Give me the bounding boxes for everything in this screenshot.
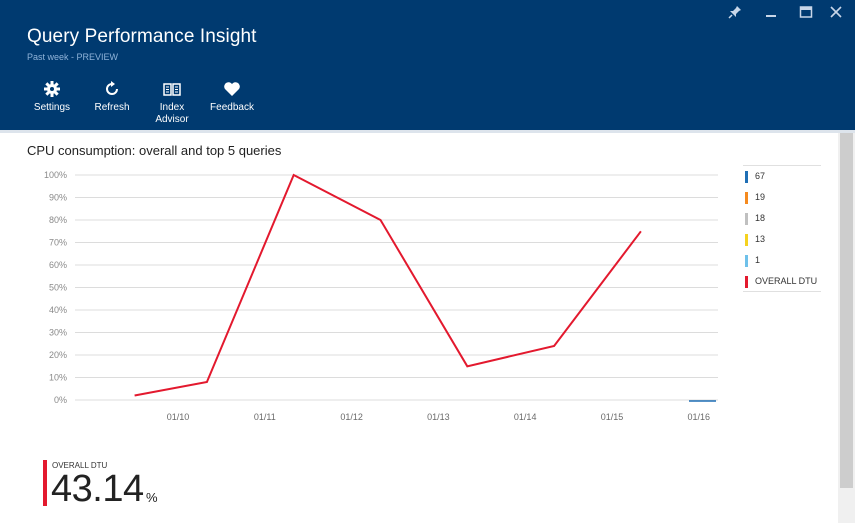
legend-bottom-divider <box>743 291 821 292</box>
y-tick-label: 80% <box>49 215 67 225</box>
page-subtitle: Past week - PREVIEW <box>27 52 119 62</box>
cpu-chart[interactable]: 100%90%80%70%60%50%40%30%20%10%0% 01/10 0… <box>0 160 740 440</box>
x-tick-label: 01/13 <box>427 412 450 422</box>
y-tick-label: 10% <box>49 373 67 383</box>
legend-label: 1 <box>755 255 761 265</box>
legend-item[interactable]: OVERALL DTU <box>745 273 820 293</box>
refresh-label: Refresh <box>94 102 130 113</box>
series-line-overall-dtu <box>134 173 642 397</box>
legend-label: 19 <box>755 192 766 202</box>
chart-grid <box>75 174 718 401</box>
heart-icon <box>202 80 262 98</box>
x-tick-label: 01/15 <box>601 412 624 422</box>
vertical-scrollbar[interactable] <box>838 133 855 523</box>
y-tick-label: 30% <box>49 328 67 338</box>
legend-item[interactable]: 19 <box>745 189 820 209</box>
y-tick-label: 50% <box>49 283 67 293</box>
legend-item[interactable]: 67 <box>745 168 820 188</box>
y-tick-label: 60% <box>49 260 67 270</box>
x-tick-label: 01/12 <box>340 412 363 422</box>
pin-icon[interactable] <box>724 4 746 24</box>
summary-unit: % <box>146 490 158 505</box>
legend-label: 13 <box>755 234 766 244</box>
maximize-icon[interactable] <box>795 4 817 24</box>
x-axis-ticks: 01/10 01/11 01/12 01/13 01/14 01/15 01/16 <box>167 412 710 422</box>
y-tick-label: 70% <box>49 238 67 248</box>
index-advisor-label: Index Advisor <box>142 102 202 126</box>
legend-swatch <box>745 192 748 204</box>
legend-swatch <box>745 234 748 246</box>
feedback-button[interactable]: Feedback <box>202 80 262 114</box>
settings-button[interactable]: Settings <box>22 80 82 114</box>
scrollbar-thumb[interactable] <box>840 133 853 488</box>
legend-swatch <box>745 171 748 183</box>
refresh-button[interactable]: Refresh <box>82 80 142 114</box>
y-tick-label: 100% <box>44 170 67 180</box>
minimize-icon[interactable] <box>760 4 782 24</box>
y-tick-label: 40% <box>49 305 67 315</box>
legend-item[interactable]: 18 <box>745 210 820 230</box>
y-tick-label: 20% <box>49 350 67 360</box>
y-tick-label: 90% <box>49 193 67 203</box>
legend-top-divider <box>743 165 821 166</box>
x-tick-label: 01/11 <box>254 412 276 422</box>
legend-swatch <box>745 255 748 267</box>
refresh-icon <box>82 80 142 98</box>
index-advisor-button[interactable]: Index Advisor <box>142 80 202 126</box>
summary-accent-bar <box>43 460 47 506</box>
legend-item[interactable]: 13 <box>745 231 820 251</box>
summary-value: 43.14 <box>51 468 144 510</box>
chart-title: CPU consumption: overall and top 5 queri… <box>27 143 282 158</box>
x-tick-label: 01/10 <box>167 412 190 422</box>
legend-label: OVERALL DTU <box>755 276 818 286</box>
gear-icon <box>22 80 82 98</box>
x-tick-label: 01/16 <box>688 412 711 422</box>
blade-header: Query Performance Insight Past week - PR… <box>0 0 855 130</box>
book-icon <box>142 80 202 98</box>
legend-swatch <box>745 276 748 288</box>
x-tick-label: 01/14 <box>514 412 537 422</box>
index-advisor-label-line-2: Advisor <box>155 114 189 125</box>
legend-label: 18 <box>755 213 766 223</box>
close-icon[interactable] <box>825 4 847 24</box>
feedback-label: Feedback <box>210 102 254 113</box>
page-title: Query Performance Insight <box>27 26 257 47</box>
legend-swatch <box>745 213 748 225</box>
settings-label: Settings <box>33 102 71 113</box>
legend-label: 67 <box>755 171 766 181</box>
index-advisor-label-line-1: Index <box>159 102 185 113</box>
y-tick-label: 0% <box>54 395 67 405</box>
legend-item[interactable]: 1 <box>745 252 820 272</box>
y-axis-ticks: 100% 90% 80% 70% 60% 50% 40% 30% 20% 10% 0% <box>44 170 67 405</box>
